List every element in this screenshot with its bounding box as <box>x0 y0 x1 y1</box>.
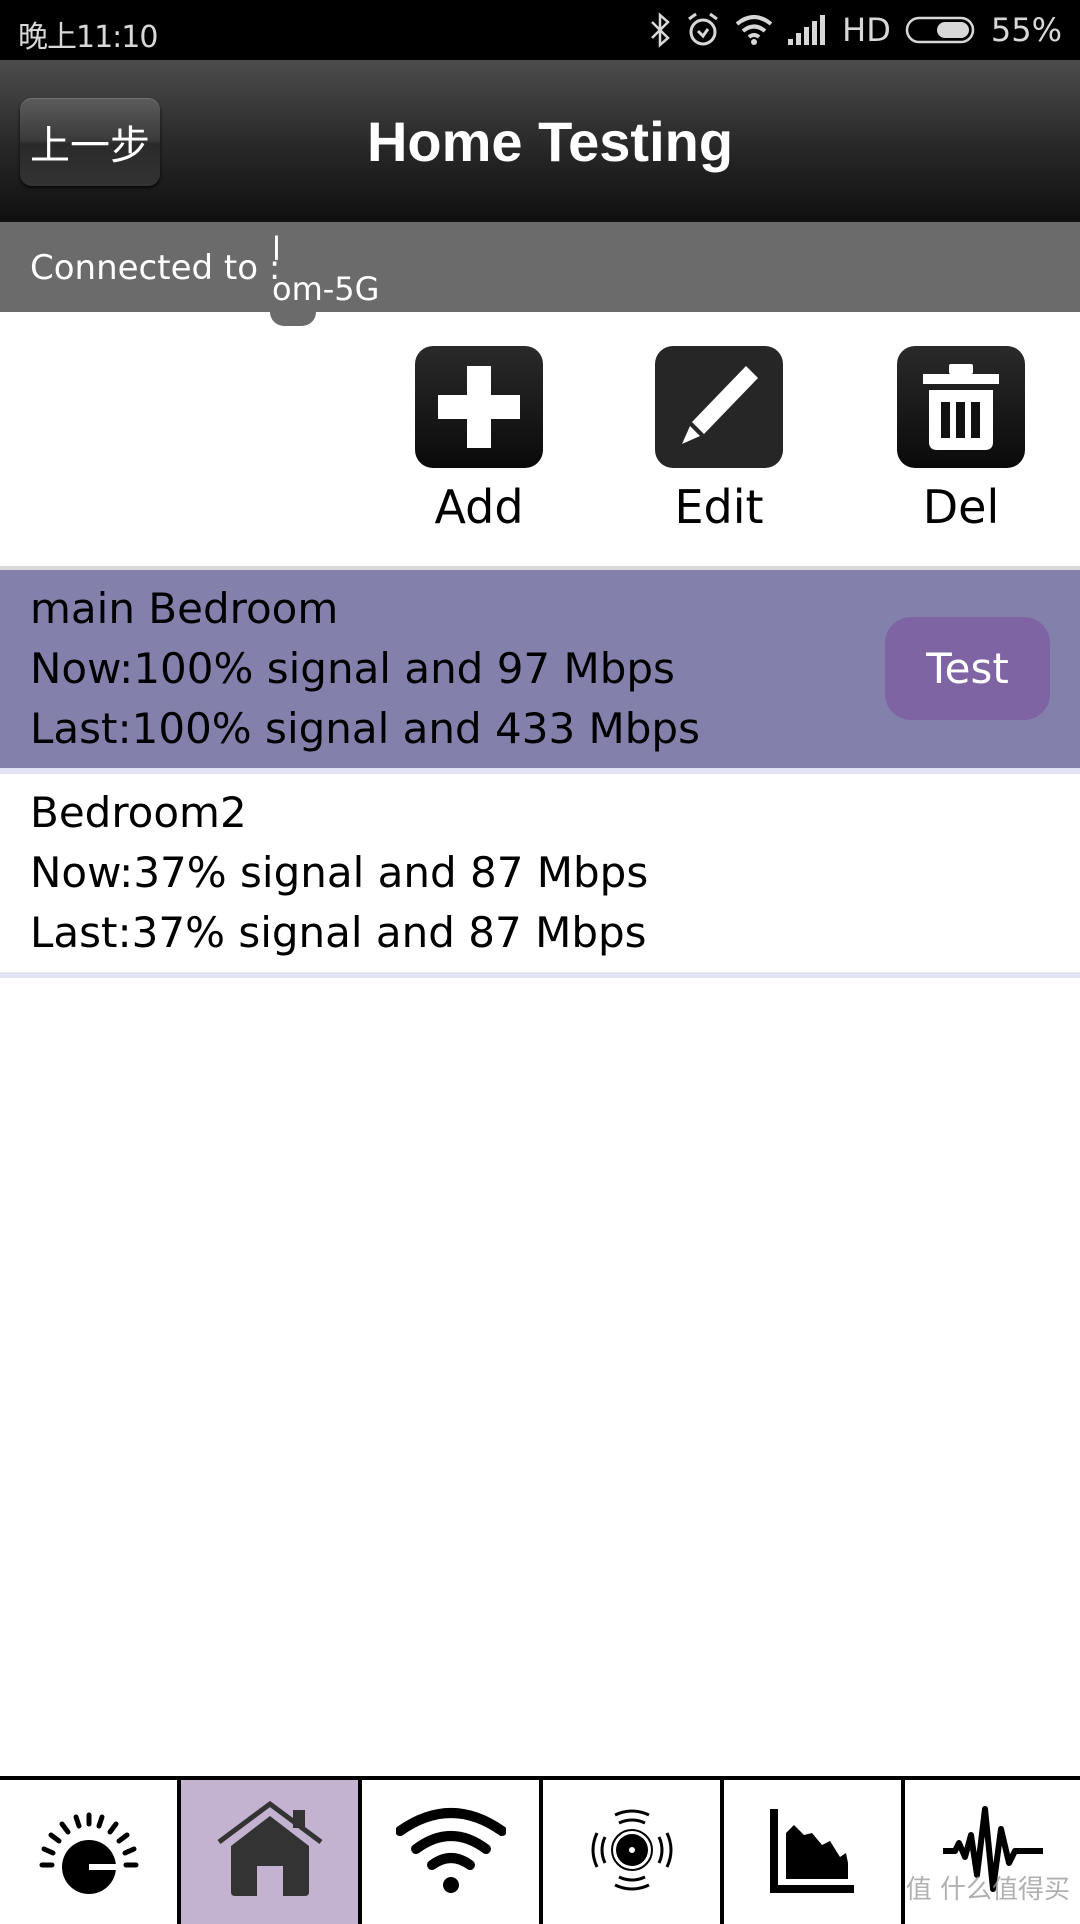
location-name: Bedroom2 <box>30 788 247 837</box>
list-separator <box>0 972 1080 978</box>
tab-wifi[interactable] <box>362 1780 539 1924</box>
battery-icon <box>905 15 977 45</box>
trash-icon <box>897 346 1025 468</box>
list-item-bedroom2[interactable]: Bedroom2 Now:37% signal and 87 Mbps Last… <box>0 774 1080 972</box>
add-label: Add <box>434 480 524 534</box>
watermark: 值 什么值得买 <box>905 1875 1070 1905</box>
signal-radiate-icon <box>587 1805 677 1900</box>
location-name: main Bedroom <box>30 584 339 633</box>
connection-ssid-line2: om-5G <box>272 270 380 308</box>
pencil-icon <box>655 346 783 468</box>
bluetooth-icon <box>650 12 672 48</box>
network-type: HD <box>842 11 891 49</box>
location-now: Now:100% signal and 97 Mbps <box>30 644 675 693</box>
signal-icon <box>788 15 828 45</box>
wifi-icon <box>734 14 774 46</box>
status-time: 晚上11:10 <box>18 20 158 55</box>
location-now: Now:37% signal and 87 Mbps <box>30 848 649 897</box>
plus-icon <box>415 346 543 468</box>
battery-percent: 55% <box>990 11 1062 49</box>
back-button[interactable]: 上一步 <box>20 98 160 186</box>
edit-button[interactable]: Edit <box>655 346 783 534</box>
status-bar: 晚上11:10 HD 55% <box>0 0 1080 60</box>
area-chart-icon <box>768 1805 858 1900</box>
wifi-icon <box>394 1805 507 1900</box>
test-button[interactable]: Test <box>885 617 1050 720</box>
tab-history-chart[interactable] <box>724 1780 901 1924</box>
delete-button[interactable]: Del <box>897 346 1025 534</box>
connection-bar: Connected to : l om-5G <box>0 222 1080 312</box>
alarm-icon <box>686 12 720 48</box>
tab-speed-dial[interactable] <box>0 1780 177 1924</box>
add-button[interactable]: Add <box>415 346 543 534</box>
edit-label: Edit <box>674 480 764 534</box>
location-last: Last:37% signal and 87 Mbps <box>30 908 647 957</box>
delete-label: Del <box>922 480 1000 534</box>
connection-ssid-line1: l <box>272 230 281 268</box>
bottom-nav: 值 什么值得买 <box>0 1776 1080 1924</box>
app-header: Home Testing 上一步 <box>0 60 1080 222</box>
list-item-main-bedroom[interactable]: main Bedroom Now:100% signal and 97 Mbps… <box>0 570 1080 768</box>
dial-gauge-icon <box>34 1805 144 1900</box>
redaction-mark <box>270 312 316 326</box>
tab-signal-strength[interactable] <box>543 1780 720 1924</box>
home-icon <box>215 1800 325 1905</box>
location-last: Last:100% signal and 433 Mbps <box>30 704 700 753</box>
page-title: Home Testing <box>366 109 734 173</box>
tab-home[interactable] <box>181 1780 358 1924</box>
status-icons: HD 55% <box>650 0 1062 60</box>
connection-label: Connected to : <box>30 248 281 288</box>
